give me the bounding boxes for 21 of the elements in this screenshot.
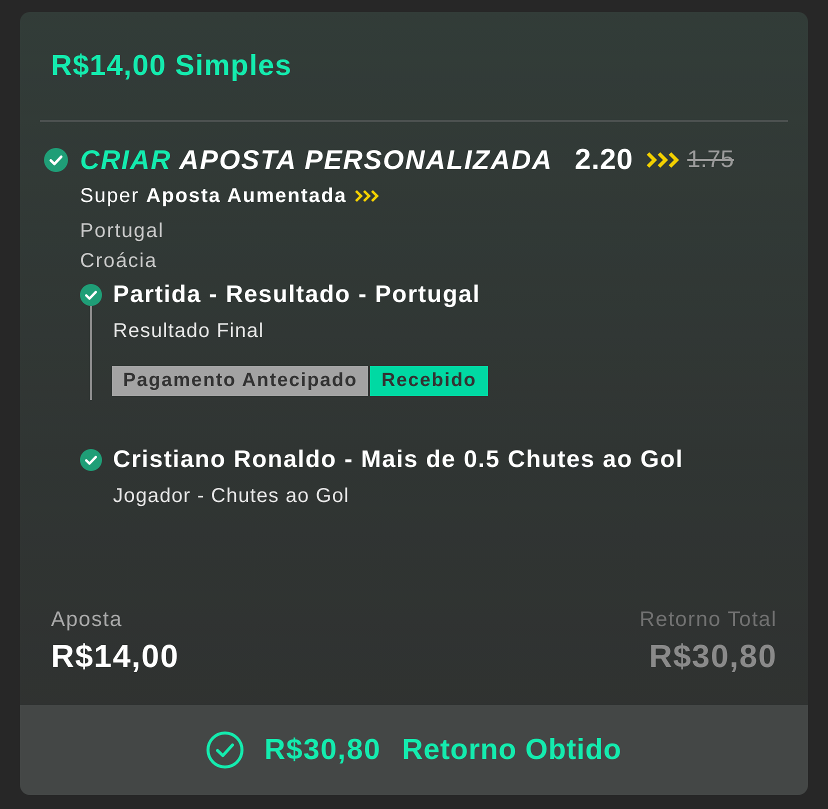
status-tag: Recebido <box>370 366 488 396</box>
selection-title: Cristiano Ronaldo - Mais de 0.5 Chutes ao Gol <box>113 445 684 475</box>
status-tag: Pagamento Antecipado <box>112 366 368 396</box>
stake-amount: R$14,00 <box>51 637 179 675</box>
market-name: Jogador - Chutes ao Gol <box>113 484 350 509</box>
odds-value: 2.20 <box>574 143 634 178</box>
total-return-amount: R$30,80 <box>649 637 777 675</box>
previous-odds-value: 1.75 <box>687 145 734 175</box>
return-amount: R$30,80 <box>264 733 381 768</box>
bet-summary-title: R$14,00 Simples <box>51 49 292 83</box>
return-status: Retorno Obtido <box>402 733 622 768</box>
chevrons-icon <box>354 189 380 203</box>
team-name: Portugal <box>80 219 164 244</box>
market-name: Resultado Final <box>113 319 264 344</box>
team-name: Croácia <box>80 249 158 274</box>
stake-label: Aposta <box>51 607 122 633</box>
total-return-label: Retorno Total <box>639 607 777 633</box>
selection-title: Partida - Resultado - Portugal <box>113 280 480 310</box>
chevrons-icon <box>645 151 682 169</box>
bet-title: CRIAR APOSTA PERSONALIZADA <box>80 144 553 177</box>
boost-label: Super Aposta Aumentada <box>80 184 347 209</box>
